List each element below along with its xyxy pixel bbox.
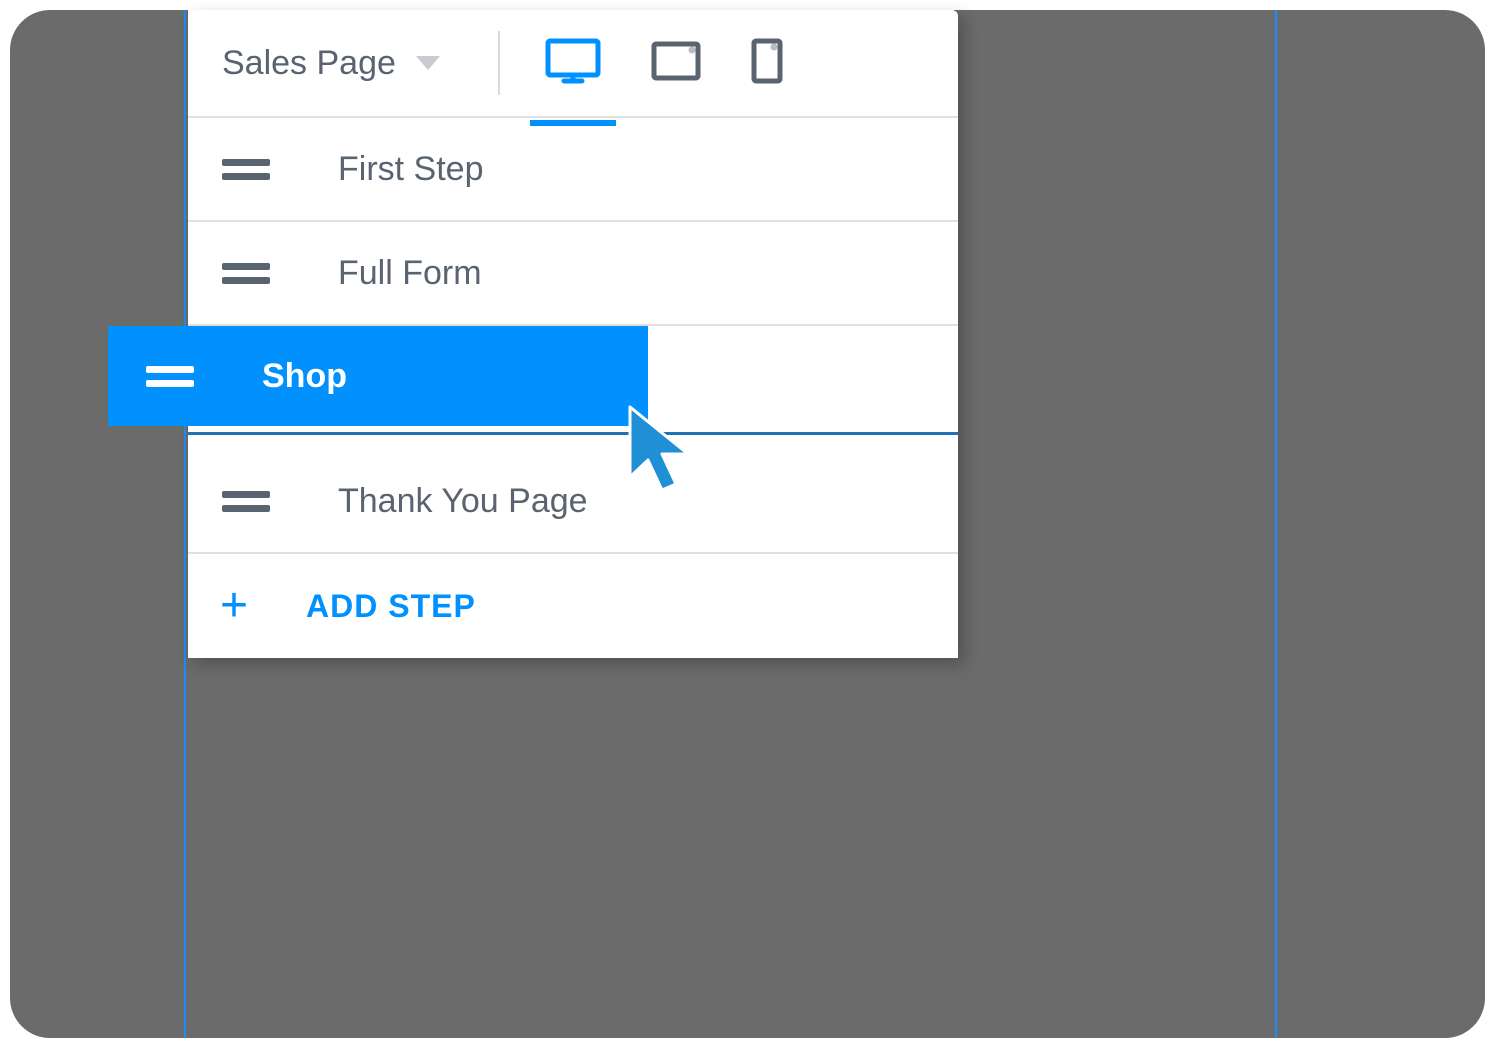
step-item-first-step[interactable]: First Step: [188, 118, 958, 222]
step-label: Full Form: [338, 254, 482, 293]
divider: [498, 31, 500, 95]
device-tab-tablet[interactable]: [646, 32, 706, 95]
panel-header: Sales Page: [188, 10, 958, 118]
page-selector-label: Sales Page: [222, 44, 396, 83]
step-label: First Step: [338, 150, 483, 189]
guide-line-left: [184, 10, 186, 1038]
drag-handle-icon[interactable]: [222, 159, 270, 180]
step-list: First Step Full Form Shop: [188, 118, 958, 658]
step-item-thank-you[interactable]: Thank You Page: [188, 450, 958, 554]
tablet-icon: [650, 40, 702, 87]
chevron-down-icon: [416, 56, 440, 70]
device-tab-mobile[interactable]: [746, 29, 788, 98]
step-label: Shop: [262, 357, 347, 396]
desktop-icon: [544, 37, 602, 90]
add-step-label: ADD STEP: [306, 588, 476, 625]
drag-handle-icon[interactable]: [222, 491, 270, 512]
dragging-block[interactable]: Shop: [108, 326, 648, 426]
page-selector[interactable]: Sales Page: [222, 44, 490, 83]
device-tabs: [540, 29, 788, 98]
step-item-full-form[interactable]: Full Form: [188, 222, 958, 326]
add-step-button[interactable]: + ADD STEP: [188, 554, 958, 658]
step-item-shop[interactable]: Shop: [188, 326, 958, 450]
drag-handle-icon[interactable]: [222, 263, 270, 284]
step-label: Thank You Page: [338, 482, 588, 521]
drop-indicator: [188, 432, 958, 435]
plus-icon: +: [220, 582, 248, 630]
mobile-icon: [750, 37, 784, 90]
drag-handle-icon[interactable]: [146, 366, 194, 387]
steps-panel: Sales Page: [188, 10, 958, 658]
editor-canvas: Sales Page: [10, 10, 1485, 1038]
guide-line-right: [1275, 10, 1277, 1038]
device-tab-desktop[interactable]: [540, 29, 606, 98]
